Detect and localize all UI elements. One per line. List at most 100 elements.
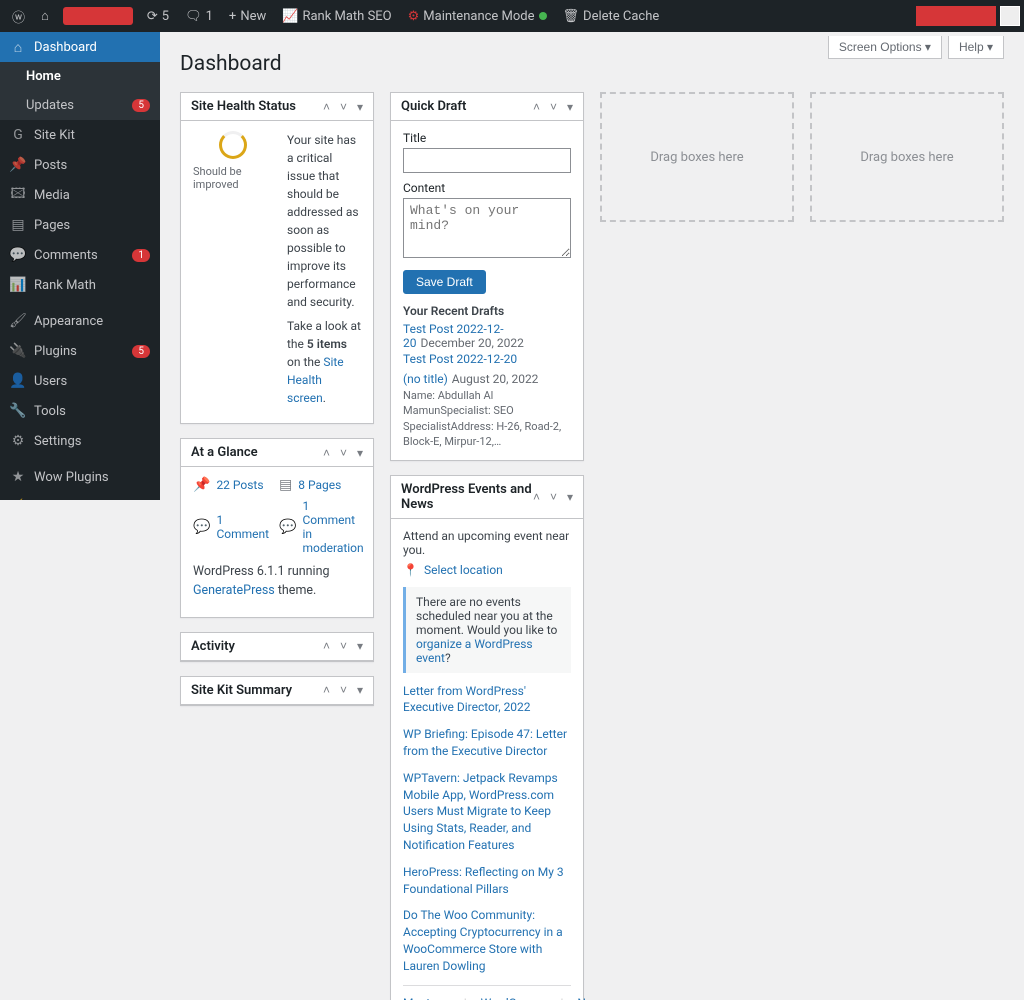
glance-posts[interactable]: 📌22 Posts	[193, 477, 269, 493]
comment-icon: 💬	[193, 519, 210, 535]
toggle-icon[interactable]: ▾	[567, 490, 573, 504]
glance-pages[interactable]: ▤8 Pages	[279, 477, 364, 493]
screen-options-button[interactable]: Screen Options ▾	[828, 36, 942, 59]
news-item: HeroPress: Reflecting on My 3 Foundation…	[403, 864, 571, 898]
help-button[interactable]: Help ▾	[948, 36, 1004, 59]
toggle-icon[interactable]: ▾	[357, 446, 363, 460]
menu-plugins[interactable]: 🔌Plugins5	[0, 336, 160, 366]
menu-tools[interactable]: 🔧Tools	[0, 396, 160, 426]
move-up-icon[interactable]: ˄	[533, 100, 540, 114]
rank-math-item[interactable]: 📈Rank Math SEO	[274, 0, 399, 32]
toggle-icon[interactable]: ▾	[357, 683, 363, 697]
health-message: Your site has a critical issue that shou…	[287, 131, 361, 311]
menu-comments[interactable]: 💬Comments1	[0, 240, 160, 270]
dashboard-icon: ⌂	[10, 39, 26, 55]
save-draft-button[interactable]: Save Draft	[403, 270, 486, 294]
admin-bar: ⓦ ⌂ ⟳5 🗨1 +New 📈Rank Math SEO ⚙Maintenan…	[0, 0, 1024, 32]
menu-settings[interactable]: ⚙Settings	[0, 426, 160, 456]
menu-appearance[interactable]: 🖌Appearance	[0, 306, 160, 336]
avatar[interactable]	[1000, 6, 1020, 26]
theme-link[interactable]: GeneratePress	[193, 583, 275, 598]
updates-item[interactable]: ⟳5	[139, 0, 177, 32]
drop-zone[interactable]: Drag boxes here	[810, 92, 1004, 222]
health-ring-icon	[219, 131, 247, 159]
organize-event-link[interactable]: organize a WordPress event	[416, 637, 533, 665]
activity-box: Activity ˄ ˅ ▾	[180, 632, 374, 662]
draft-item: (no title)August 20, 2022	[403, 372, 571, 386]
draft-link[interactable]: (no title)	[403, 372, 448, 386]
menu-wpfc[interactable]: ⚡WP Fastest Cache	[0, 492, 160, 500]
wrench-icon: 🔧	[10, 403, 26, 419]
move-down-icon[interactable]: ˅	[550, 100, 557, 114]
move-down-icon[interactable]: ˅	[340, 446, 347, 460]
draft-title-input[interactable]	[403, 148, 571, 173]
no-events-notice: There are no events scheduled near you a…	[403, 587, 571, 673]
chart-icon: 📈	[282, 9, 298, 24]
events-heading: WordPress Events and News	[401, 482, 533, 512]
settings-icon: ⚙	[10, 433, 26, 449]
draft-content-input[interactable]	[403, 198, 571, 258]
move-up-icon[interactable]: ˄	[323, 639, 330, 653]
page-icon: ▤	[10, 217, 26, 233]
quickdraft-heading: Quick Draft	[401, 99, 466, 114]
trash-icon: 🗑	[563, 9, 580, 24]
news-item: WPTavern: Jetpack Revamps Mobile App, Wo…	[403, 770, 571, 854]
news-list: Letter from WordPress' Executive Directo…	[403, 683, 571, 975]
menu-rankmath[interactable]: 📊Rank Math	[0, 270, 160, 300]
meetups-link[interactable]: Meetups ↗	[403, 996, 450, 1000]
glance-moderation[interactable]: 💬1 Comment in moderation	[279, 499, 364, 555]
toggle-icon[interactable]: ▾	[357, 100, 363, 114]
health-status-label: Should be improved	[193, 165, 273, 191]
select-location-link[interactable]: Select location	[424, 563, 503, 577]
plus-icon: +	[229, 9, 236, 24]
menu-sitekit[interactable]: GSite Kit	[0, 120, 160, 150]
home-icon: ⌂	[41, 8, 49, 24]
menu-posts[interactable]: 📌Posts	[0, 150, 160, 180]
new-content[interactable]: +New	[221, 0, 274, 32]
draft-excerpt: Name: Abdullah Al MamunSpecialist: SEO S…	[403, 388, 571, 450]
maintenance-item[interactable]: ⚙Maintenance Mode	[400, 0, 555, 32]
move-up-icon[interactable]: ˄	[323, 100, 330, 114]
activity-heading: Activity	[191, 639, 235, 654]
submenu-updates[interactable]: Updates5	[0, 91, 160, 120]
move-up-icon[interactable]: ˄	[533, 490, 540, 504]
glance-comment[interactable]: 💬1 Comment	[193, 499, 269, 555]
admin-menu: ⌂Dashboard Home Updates5 GSite Kit 📌Post…	[0, 32, 160, 500]
menu-wow-plugins[interactable]: ★Wow Plugins	[0, 462, 160, 492]
toggle-icon[interactable]: ▾	[567, 100, 573, 114]
move-up-icon[interactable]: ˄	[323, 446, 330, 460]
rankmath-icon: 📊	[10, 277, 26, 293]
move-down-icon[interactable]: ˅	[550, 490, 557, 504]
menu-pages[interactable]: ▤Pages	[0, 210, 160, 240]
pin-icon: 📌	[10, 157, 26, 173]
wp-logo[interactable]: ⓦ	[4, 0, 33, 32]
gear-red-icon: ⚙	[408, 9, 420, 24]
user-name-redacted	[916, 6, 996, 26]
move-up-icon[interactable]: ˄	[323, 683, 330, 697]
menu-media[interactable]: 🖾Media	[0, 180, 160, 210]
toggle-icon[interactable]: ▾	[357, 639, 363, 653]
users-icon: 👤	[10, 373, 26, 389]
health-cta: Take a look at the 5 items on the Site H…	[287, 317, 361, 407]
move-down-icon[interactable]: ˅	[340, 100, 347, 114]
comments-item[interactable]: 🗨1	[177, 0, 221, 32]
submenu-home[interactable]: Home	[0, 62, 160, 91]
wordcamps-link[interactable]: WordCamps ↗	[481, 996, 547, 1000]
events-news-box: WordPress Events and News ˄˅▾ Attend an …	[390, 475, 584, 1000]
draft-link[interactable]: Test Post 2022-12-20	[403, 352, 517, 366]
drop-zone[interactable]: Drag boxes here	[600, 92, 794, 222]
pin-icon: 📌	[193, 477, 210, 493]
move-down-icon[interactable]: ˅	[340, 683, 347, 697]
menu-users[interactable]: 👤Users	[0, 366, 160, 396]
site-health-heading: Site Health Status	[191, 99, 296, 114]
news-item: Do The Woo Community: Accepting Cryptocu…	[403, 907, 571, 974]
move-down-icon[interactable]: ˅	[340, 639, 347, 653]
menu-dashboard[interactable]: ⌂Dashboard	[0, 32, 160, 62]
status-dot-icon	[539, 12, 547, 20]
delete-cache-item[interactable]: 🗑Delete Cache	[555, 0, 668, 32]
news-link[interactable]: News ↗	[577, 996, 607, 1000]
news-item: WP Briefing: Episode 47: Letter from the…	[403, 726, 571, 760]
site-home[interactable]: ⌂	[33, 0, 57, 32]
comment-icon: 💬	[279, 519, 296, 535]
draft-item: Test Post 2022-12-20	[403, 352, 571, 366]
